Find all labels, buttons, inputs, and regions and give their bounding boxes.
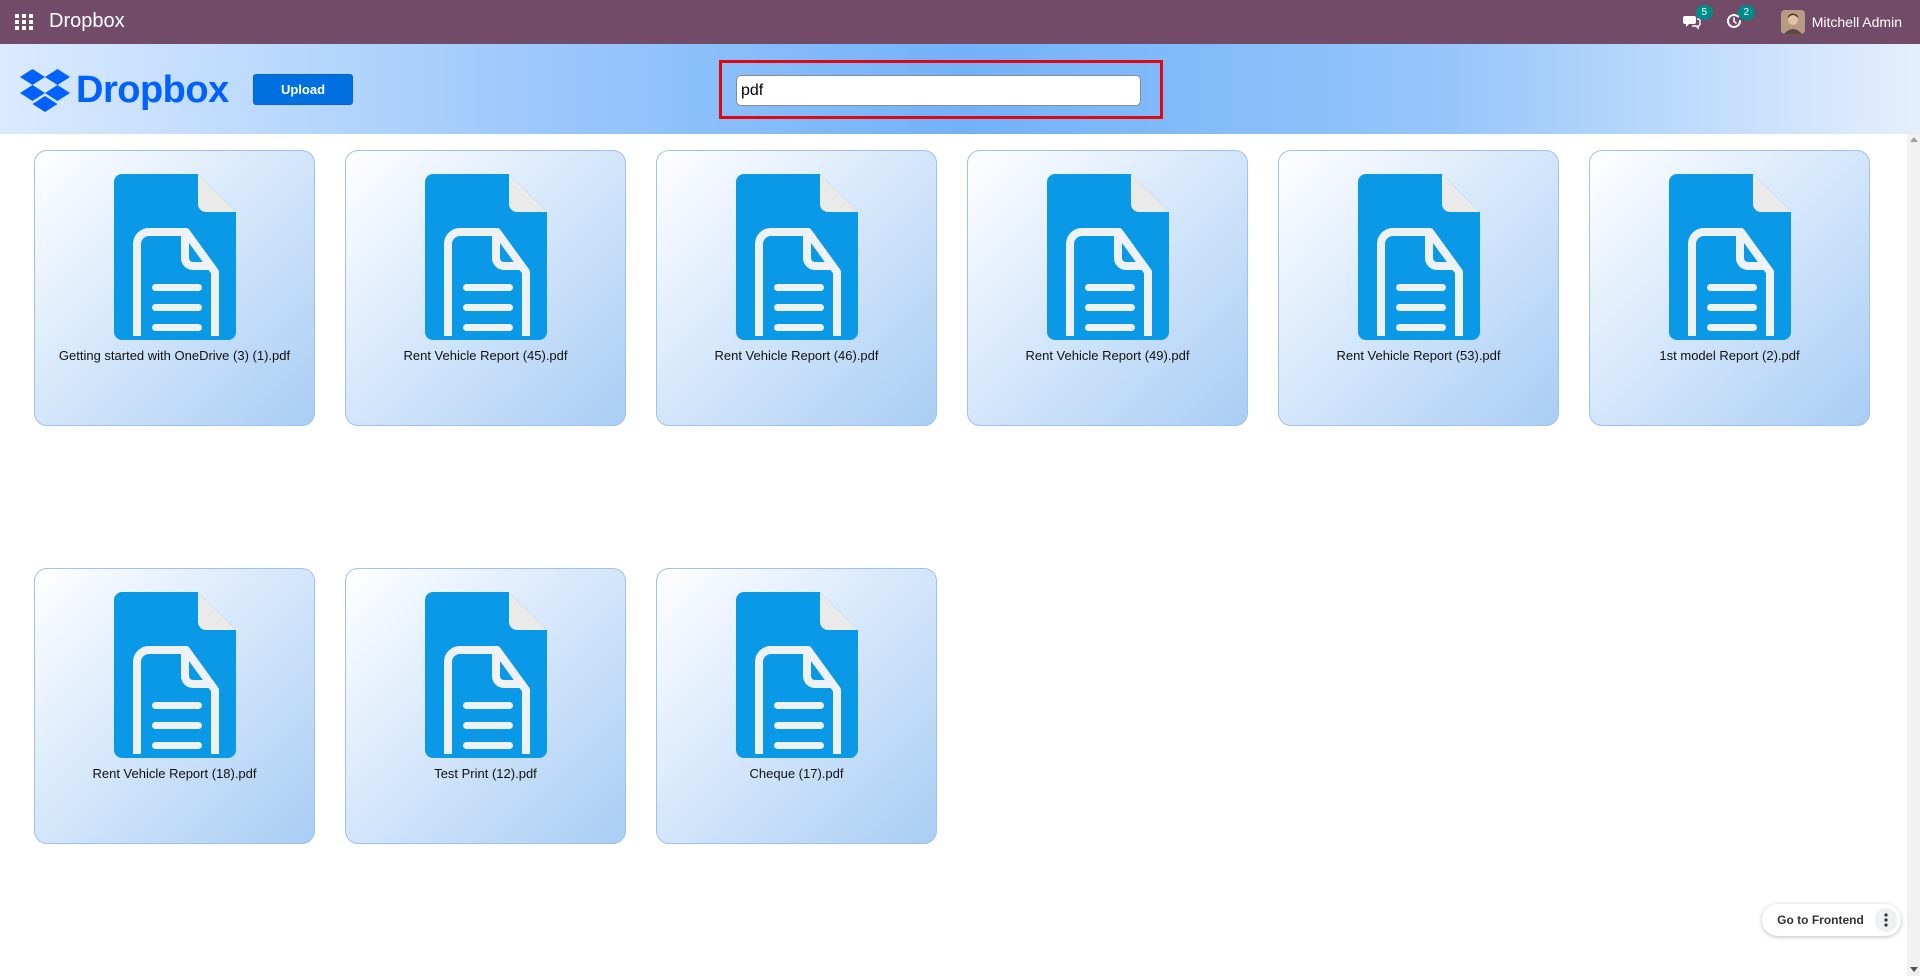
file-name: Cheque (17).pdf xyxy=(749,766,844,781)
user-menu[interactable]: Mitchell Admin xyxy=(1780,10,1902,34)
app-title[interactable]: Dropbox xyxy=(49,10,125,33)
file-card[interactable]: Cheque (17).pdf xyxy=(656,568,937,844)
file-card[interactable]: Rent Vehicle Report (49).pdf xyxy=(967,150,1248,426)
scroll-down-arrow-icon[interactable] xyxy=(1910,967,1918,972)
logo-text: Dropbox xyxy=(76,68,229,111)
file-card[interactable]: Rent Vehicle Report (46).pdf xyxy=(656,150,937,426)
document-icon xyxy=(1358,174,1480,340)
document-icon xyxy=(1669,174,1791,340)
dropbox-header: Dropbox Upload xyxy=(0,44,1920,134)
top-navbar: Dropbox 5 2 Mitchell Admin xyxy=(0,0,1920,44)
document-icon xyxy=(1047,174,1169,340)
go-to-frontend-button[interactable]: Go to Frontend xyxy=(1768,908,1873,932)
document-icon xyxy=(736,174,858,340)
messages-count-badge: 5 xyxy=(1695,5,1713,20)
file-card[interactable]: Test Print (12).pdf xyxy=(345,568,626,844)
file-name: Getting started with OneDrive (3) (1).pd… xyxy=(58,348,291,363)
document-icon xyxy=(736,592,858,758)
file-card[interactable]: Rent Vehicle Report (18).pdf xyxy=(34,568,315,844)
vertical-scrollbar[interactable] xyxy=(1907,134,1920,976)
document-icon xyxy=(114,592,236,758)
activities-button[interactable]: 2 xyxy=(1725,5,1755,32)
activities-count-badge: 2 xyxy=(1737,5,1755,20)
dropbox-box-icon xyxy=(20,69,70,112)
dropbox-logo: Dropbox xyxy=(20,68,229,112)
file-name: Rent Vehicle Report (45).pdf xyxy=(403,348,568,363)
file-name: Rent Vehicle Report (46).pdf xyxy=(714,348,879,363)
kebab-icon xyxy=(1884,913,1888,927)
user-name: Mitchell Admin xyxy=(1811,14,1902,30)
more-options-button[interactable] xyxy=(1875,908,1897,932)
document-icon xyxy=(425,592,547,758)
file-name: Rent Vehicle Report (18).pdf xyxy=(92,766,257,781)
file-name: Rent Vehicle Report (53).pdf xyxy=(1336,348,1501,363)
frontend-toolbar: Go to Frontend xyxy=(1762,904,1901,936)
file-card[interactable]: Getting started with OneDrive (3) (1).pd… xyxy=(34,150,315,426)
file-name: 1st model Report (2).pdf xyxy=(1659,348,1800,363)
search-input[interactable] xyxy=(736,75,1141,106)
systray: 5 2 Mitchell Admin xyxy=(1682,0,1902,44)
file-card[interactable]: Rent Vehicle Report (45).pdf xyxy=(345,150,626,426)
file-card[interactable]: 1st model Report (2).pdf xyxy=(1589,150,1870,426)
document-icon xyxy=(425,174,547,340)
file-card[interactable]: Rent Vehicle Report (53).pdf xyxy=(1278,150,1559,426)
grid-apps-icon[interactable] xyxy=(14,13,34,31)
search-highlight-box xyxy=(719,60,1163,119)
file-name: Test Print (12).pdf xyxy=(434,766,537,781)
upload-button[interactable]: Upload xyxy=(253,74,353,105)
document-icon xyxy=(114,174,236,340)
scroll-up-arrow-icon[interactable] xyxy=(1910,137,1918,142)
avatar xyxy=(1780,10,1805,34)
messages-button[interactable]: 5 xyxy=(1682,5,1713,32)
file-name: Rent Vehicle Report (49).pdf xyxy=(1025,348,1190,363)
